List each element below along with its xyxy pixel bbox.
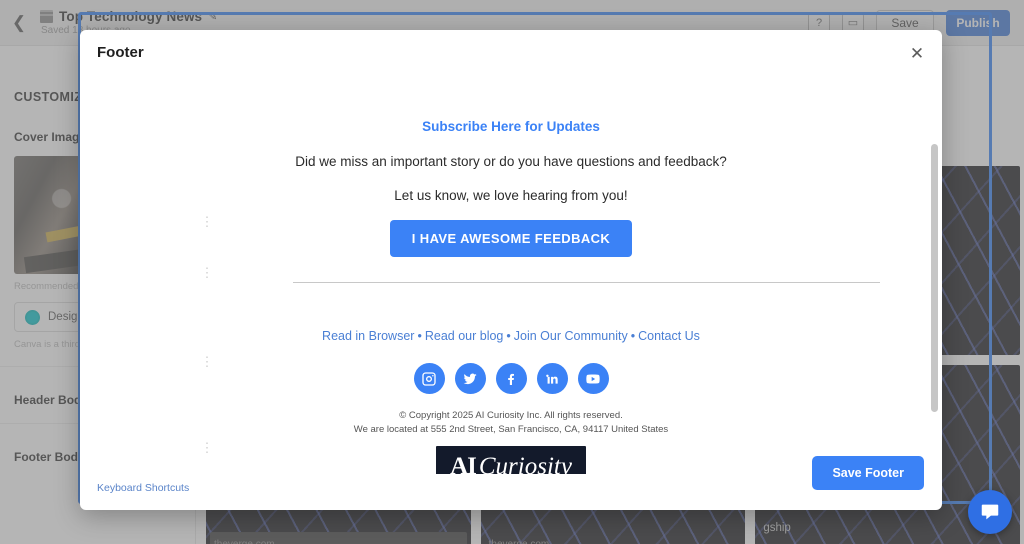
youtube-icon[interactable] [577, 363, 609, 394]
footer-editor-modal: Footer ✕ ⋮ ⋮ ⋮ ⋮ Subscribe Here for Upda… [80, 30, 942, 510]
footer-divider[interactable] [293, 282, 880, 283]
save-footer-button[interactable]: Save Footer [812, 456, 924, 490]
link-contact-us[interactable]: Contact Us [638, 329, 700, 343]
footer-links-row: Read in Browser • Read our blog • Join Our C… [80, 329, 942, 343]
link-read-in-browser[interactable]: Read in Browser [322, 329, 414, 343]
keyboard-shortcuts-link[interactable]: Keyboard Shortcuts [97, 482, 189, 494]
link-read-our-blog[interactable]: Read our blog [425, 329, 504, 343]
twitter-icon[interactable] [454, 363, 486, 394]
modal-scrollbar[interactable] [931, 122, 938, 474]
modal-header: Footer ✕ [80, 30, 942, 74]
modal-title: Footer [97, 43, 144, 61]
linkedin-icon[interactable] [536, 363, 568, 394]
link-separator: • [506, 329, 511, 343]
social-links-row [80, 363, 942, 394]
link-separator: • [630, 329, 636, 343]
copyright-line-1: © Copyright 2025 AI Curiosity Inc. All r… [399, 410, 623, 421]
modal-footer-bar: Keyboard Shortcuts Save Footer [80, 456, 942, 510]
footer-invite-text[interactable]: Let us know, we love hearing from you! [394, 188, 627, 203]
ai-curiosity-logo[interactable]: AI Curiosity [436, 446, 586, 474]
instagram-icon[interactable] [413, 363, 445, 394]
facebook-icon[interactable] [495, 363, 527, 394]
logo-text-ai: AI [450, 453, 477, 474]
subscribe-link[interactable]: Subscribe Here for Updates [422, 119, 600, 134]
close-icon[interactable]: ✕ [906, 42, 928, 64]
logo-text-curiosity: Curiosity [478, 453, 572, 474]
modal-body: ⋮ ⋮ ⋮ ⋮ Subscribe Here for Updates Did w… [80, 74, 942, 474]
link-join-our-community[interactable]: Join Our Community [514, 329, 628, 343]
copyright-line-2: We are located at 555 2nd Street, San Fr… [353, 423, 669, 435]
chat-bubble-icon[interactable] [968, 490, 1012, 534]
link-separator: • [417, 329, 422, 343]
copyright-block: © Copyright 2025 AI Curiosity Inc. All r… [80, 409, 942, 437]
footer-question-text[interactable]: Did we miss an important story or do you… [295, 154, 727, 169]
feedback-button[interactable]: I HAVE AWESOME FEEDBACK [389, 220, 633, 257]
drag-handle-icon[interactable]: ⋮ [200, 266, 214, 279]
scrollbar-thumb[interactable] [931, 144, 938, 412]
